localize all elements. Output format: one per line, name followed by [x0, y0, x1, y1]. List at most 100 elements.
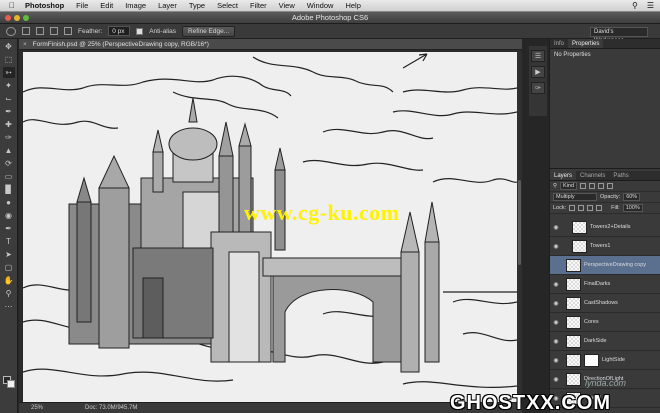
- lock-position-icon[interactable]: [587, 205, 594, 211]
- menu-help[interactable]: Help: [345, 1, 360, 10]
- refine-edge-button[interactable]: Refine Edge...: [181, 25, 236, 37]
- add-selection-icon[interactable]: [36, 27, 44, 35]
- layer-row[interactable]: ◉ Cores: [550, 313, 660, 332]
- menu-file[interactable]: File: [76, 1, 88, 10]
- layer-row[interactable]: ◉ LightSide: [550, 351, 660, 370]
- dodge-tool-icon[interactable]: ◉: [3, 210, 15, 221]
- canvas[interactable]: www.cg-ku.com: [23, 52, 517, 402]
- menu-layer[interactable]: Layer: [158, 1, 177, 10]
- menu-filter[interactable]: Filter: [250, 1, 267, 10]
- castle-drawing: [23, 53, 517, 388]
- brush-tool-icon[interactable]: ✑: [3, 132, 15, 143]
- more-tools-icon[interactable]: ⋯: [3, 301, 15, 312]
- layer-row[interactable]: ◉ DarkSide: [550, 332, 660, 351]
- zoom-window-button[interactable]: [23, 15, 29, 21]
- subtract-selection-icon[interactable]: [50, 27, 58, 35]
- crop-tool-icon[interactable]: ⌙: [3, 93, 15, 104]
- close-document-icon[interactable]: ×: [23, 41, 27, 48]
- type-tool-icon[interactable]: T: [3, 236, 15, 247]
- search-icon[interactable]: ⚲: [632, 1, 638, 10]
- blur-tool-icon[interactable]: ●: [3, 197, 15, 208]
- layer-row[interactable]: ◉ Towers2+Details: [550, 218, 660, 237]
- blend-mode-select[interactable]: Multiply: [553, 193, 597, 201]
- antialias-checkbox[interactable]: [136, 27, 144, 35]
- minimize-window-button[interactable]: [14, 15, 20, 21]
- layer-row[interactable]: ◉ CastShadows: [550, 294, 660, 313]
- watermark-text: www.cg-ku.com: [244, 200, 400, 225]
- lasso-tool-icon[interactable]: ➳: [2, 67, 15, 78]
- new-selection-icon[interactable]: [22, 27, 30, 35]
- history-brush-tool-icon[interactable]: ⟳: [3, 158, 15, 169]
- document-tab[interactable]: × FormFinish.psd @ 25% (PerspectiveDrawi…: [19, 39, 522, 50]
- tab-layers[interactable]: Layers: [550, 171, 577, 180]
- clone-stamp-tool-icon[interactable]: ▲: [3, 145, 15, 156]
- path-select-tool-icon[interactable]: ➤: [3, 249, 15, 260]
- document-title: FormFinish.psd @ 25% (PerspectiveDrawing…: [32, 41, 209, 48]
- lasso-tool-preset-icon[interactable]: [6, 26, 16, 36]
- gradient-tool-icon[interactable]: ▉: [3, 184, 15, 195]
- visibility-eye-icon[interactable]: ◉: [550, 300, 562, 307]
- eyedropper-tool-icon[interactable]: ✒: [3, 106, 15, 117]
- collapsed-panels-strip: ☰ ▶ ✑: [529, 46, 547, 116]
- menu-view[interactable]: View: [279, 1, 295, 10]
- eraser-tool-icon[interactable]: ▭: [3, 171, 15, 182]
- marquee-tool-icon[interactable]: ⬚: [3, 54, 15, 65]
- filter-pixel-icon[interactable]: [580, 183, 587, 189]
- window-controls: [5, 15, 29, 21]
- feather-input[interactable]: 0 px: [108, 26, 131, 36]
- filter-type-icon[interactable]: [598, 183, 605, 189]
- menu-edit[interactable]: Edit: [100, 1, 113, 10]
- visibility-eye-icon[interactable]: ◉: [550, 243, 562, 250]
- apple-icon[interactable]: : [9, 1, 19, 10]
- workspace-switcher[interactable]: David's Workspace: [590, 27, 648, 44]
- tools-panel: ✥ ⬚ ➳ ✦ ⌙ ✒ ✚ ✑ ▲ ⟳ ▭ ▉ ● ◉ ✒ T ➤ ▢ ✋ ⚲ …: [0, 39, 18, 413]
- history-panel-icon[interactable]: ☰: [531, 50, 545, 62]
- vertical-scroll-thumb[interactable]: [518, 180, 521, 265]
- opacity-input[interactable]: 60%: [623, 193, 641, 201]
- menu-window[interactable]: Window: [307, 1, 334, 10]
- lock-transparency-icon[interactable]: [569, 205, 576, 211]
- actions-panel-icon[interactable]: ▶: [531, 66, 545, 78]
- tab-channels[interactable]: Channels: [576, 171, 609, 180]
- layer-row-selected[interactable]: PerspectiveDrawing copy: [550, 256, 660, 275]
- doc-size-info[interactable]: Doc: 73.0M/945.7M: [85, 403, 137, 413]
- shape-tool-icon[interactable]: ▢: [3, 262, 15, 273]
- zoom-tool-icon[interactable]: ⚲: [3, 288, 15, 299]
- tab-properties[interactable]: Properties: [568, 39, 604, 48]
- visibility-eye-icon[interactable]: ◉: [550, 338, 562, 345]
- visibility-eye-icon[interactable]: ◉: [550, 319, 562, 326]
- quick-select-tool-icon[interactable]: ✦: [3, 80, 15, 91]
- visibility-eye-icon[interactable]: ◉: [550, 281, 562, 288]
- filter-shape-icon[interactable]: [607, 183, 614, 189]
- layer-thumbnail: [572, 239, 587, 253]
- filter-adjustment-icon[interactable]: [589, 183, 596, 189]
- visibility-eye-icon[interactable]: ◉: [550, 357, 562, 364]
- layer-row[interactable]: ◉ Towers1: [550, 237, 660, 256]
- layer-row[interactable]: ◉ FinalDarks: [550, 275, 660, 294]
- vertical-scrollbar[interactable]: [517, 52, 522, 402]
- tab-info[interactable]: Info: [550, 39, 568, 48]
- pen-tool-icon[interactable]: ✒: [3, 223, 15, 234]
- fill-input[interactable]: 100%: [622, 204, 643, 212]
- menu-type[interactable]: Type: [189, 1, 205, 10]
- hand-tool-icon[interactable]: ✋: [3, 275, 15, 286]
- intersect-selection-icon[interactable]: [64, 27, 72, 35]
- menu-select[interactable]: Select: [217, 1, 238, 10]
- lock-all-icon[interactable]: [596, 205, 603, 211]
- healing-brush-tool-icon[interactable]: ✚: [3, 119, 15, 130]
- move-tool-icon[interactable]: ✥: [3, 41, 15, 52]
- brush-panel-icon[interactable]: ✑: [531, 82, 545, 94]
- list-icon[interactable]: ☰: [647, 1, 654, 10]
- close-window-button[interactable]: [5, 15, 11, 21]
- app-menu[interactable]: Photoshop: [25, 1, 64, 10]
- menu-image[interactable]: Image: [125, 1, 146, 10]
- filter-kind-select[interactable]: Kind: [560, 182, 578, 190]
- menubar-status-icons: ⚲ ☰: [632, 1, 654, 10]
- tab-paths[interactable]: Paths: [609, 171, 632, 180]
- visibility-eye-icon[interactable]: ◉: [550, 376, 562, 383]
- zoom-level[interactable]: 25%: [31, 403, 43, 413]
- lock-image-icon[interactable]: [578, 205, 585, 211]
- visibility-eye-icon[interactable]: ◉: [550, 224, 562, 231]
- background-color-swatch[interactable]: [7, 380, 15, 388]
- layer-mask-thumbnail[interactable]: [584, 353, 599, 367]
